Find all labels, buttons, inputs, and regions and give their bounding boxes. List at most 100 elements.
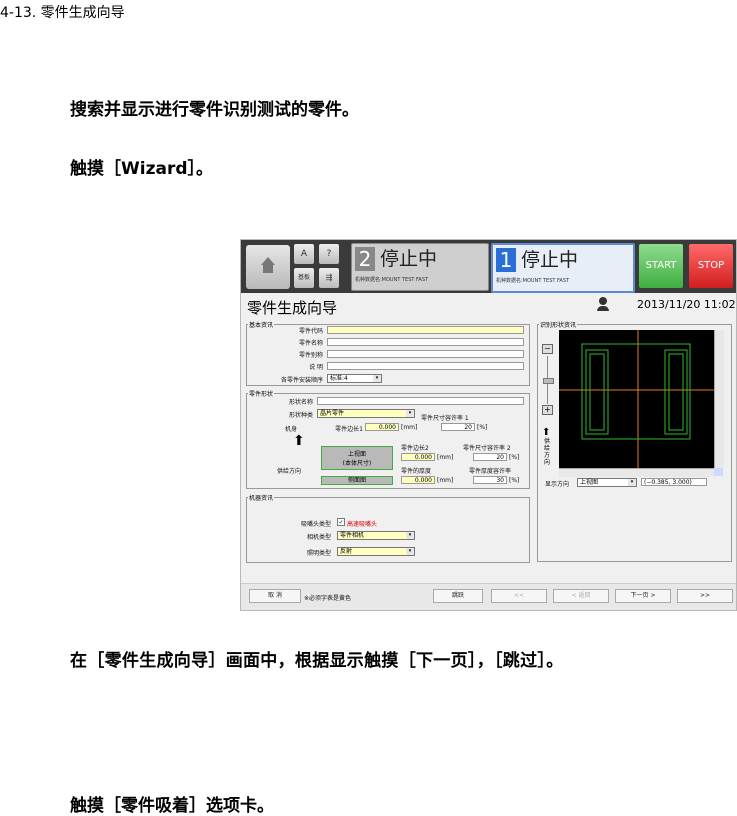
tol2-input[interactable]: 20 (473, 453, 507, 461)
status-panel-1: 1 停止中 机种数据名:MOUNT TEST FAST (491, 243, 635, 293)
help-button[interactable]: ? (319, 244, 339, 264)
note-input[interactable] (327, 362, 524, 370)
thick-unit: [mm] (437, 477, 454, 484)
board-button[interactable]: 基板 (294, 268, 314, 288)
body-size-label: (本体尺寸) (342, 460, 372, 467)
horizontal-scrollbar[interactable] (559, 468, 714, 477)
coords-readout: (−0.385, 3.000) (641, 478, 707, 486)
section-title: 4-13. 零件生成向导 (0, 5, 125, 21)
tol1-unit: [%] (477, 424, 488, 431)
wizard-screenshot: A ? 基板 ⇶ 2 停止中 机种数据名:MOUNT TEST FAST 1 停… (240, 239, 737, 611)
order-select[interactable]: 标准:4 ▾ (327, 374, 382, 383)
part-alias-label: 零件别称 (298, 352, 323, 359)
basic-info-label: 基本资讯 (248, 320, 275, 329)
vertical-scrollbar[interactable] (714, 330, 724, 468)
feed-dir-label: 供给方向 (277, 468, 302, 475)
nozzle-label: 吸嘴头类型 (300, 521, 331, 528)
zoom-out-button[interactable]: − (542, 344, 553, 354)
right-electrode (664, 349, 688, 435)
side1-unit: [mm] (401, 424, 418, 431)
screen-title: 零件生成向导 (247, 299, 338, 317)
status-number-2: 2 (355, 247, 375, 271)
status-sub-2: 机种数据名:MOUNT TEST FAST (355, 277, 429, 283)
zoom-slider-handle[interactable] (543, 378, 554, 384)
datetime: 2013/11/20 11:02 (637, 298, 736, 311)
view-select[interactable]: 上视图 ▾ (577, 478, 637, 487)
part-code-label: 零件代码 (298, 328, 323, 335)
nozzle-checkbox[interactable]: ✓ (337, 518, 345, 526)
machine-group-label: 机器资讯 (248, 493, 275, 502)
stop-button[interactable]: STOP (689, 244, 733, 288)
thick-tol-input[interactable]: 30 (473, 476, 507, 484)
tol1-input[interactable]: 20 (441, 423, 475, 431)
status-sub-1: 机种数据名:MOUNT TEST FAST (496, 278, 570, 284)
side2-input[interactable]: 0.000 (401, 453, 435, 461)
home-button[interactable] (246, 245, 290, 289)
a-button[interactable]: A (294, 244, 314, 264)
thick-tol-unit: [%] (509, 477, 520, 484)
body-label: 机身 (284, 426, 297, 433)
next-page-button[interactable]: 下一页 > (615, 589, 671, 603)
part-name-input[interactable] (327, 338, 524, 346)
feed-vertical-label: 供给方向 (544, 438, 551, 466)
camera-select[interactable]: 零件相机 ▾ (337, 531, 415, 540)
instruction-2: 触摸［Wizard］。 (70, 159, 213, 179)
top-bar: A ? 基板 ⇶ 2 停止中 机种数据名:MOUNT TEST FAST 1 停… (241, 240, 736, 293)
side2-label: 零件边长2 (401, 445, 429, 452)
first-page-button[interactable]: << (491, 589, 547, 603)
feed-up-arrow-icon: ⬆ (542, 427, 551, 438)
part-name-label: 零件名称 (298, 340, 323, 347)
tol2-label: 零件尺寸容许率 2 (463, 445, 511, 452)
side1-label: 零件边长1 (335, 426, 363, 433)
status-text-1: 停止中 (521, 249, 579, 271)
left-electrode-inner (589, 353, 605, 431)
thick-label: 零件的厚度 (401, 468, 432, 475)
light-select[interactable]: 反射 ▾ (337, 547, 415, 556)
part-alias-input[interactable] (327, 350, 524, 358)
recog-group-label: 识别形状资讯 (539, 320, 578, 329)
order-label: 各零件安装顺序 (280, 377, 323, 384)
side2-unit: [mm] (437, 454, 454, 461)
top-view-box: 上视面 (本体尺寸) (321, 446, 393, 470)
recognition-preview (559, 330, 714, 468)
tol1-label: 零件尺寸容许率 1 (421, 415, 469, 422)
shape-type-label: 形状种类 (288, 412, 313, 419)
start-button[interactable]: START (639, 244, 683, 288)
shape-type-select[interactable]: 晶片零件 ▾ (317, 409, 415, 418)
shape-name-label: 形状名称 (288, 399, 313, 406)
right-electrode-inner (668, 353, 684, 431)
thick-input[interactable]: 0.000 (401, 476, 435, 484)
part-code-input[interactable] (327, 326, 524, 334)
status-number-1: 1 (496, 248, 516, 272)
feed-arrow-icon: ⬆ (293, 433, 305, 449)
home-icon (261, 257, 275, 265)
shape-name-input[interactable] (317, 397, 524, 405)
conveyor-button[interactable]: ⇶ (319, 268, 339, 288)
status-panel-2: 2 停止中 机种数据名:MOUNT TEST FAST (351, 243, 489, 291)
instruction-1: 搜索并显示进行零件识别测试的零件。 (70, 100, 359, 120)
cancel-button[interactable]: 取 消 (249, 589, 301, 603)
last-page-button[interactable]: >> (677, 589, 733, 603)
body-outline (581, 343, 691, 440)
recognition-canvas[interactable] (559, 330, 714, 468)
side-view-box: 侧面图 (321, 476, 393, 485)
status-text-2: 停止中 (380, 248, 438, 270)
side1-input[interactable]: 0.000 (365, 423, 399, 431)
thick-tol-label: 零件厚度容许率 (469, 468, 512, 475)
skip-button[interactable]: 跳跃 (433, 589, 483, 603)
camera-label: 相机类型 (306, 534, 331, 541)
view-label: 显示方向 (545, 481, 570, 488)
corner-button[interactable] (714, 468, 723, 476)
required-note: ※必须字表是黄色 (304, 595, 352, 602)
instruction-3: 在［零件生成向导］画面中，根据显示触摸［下一页］，［跳过］。 (70, 651, 564, 671)
top-view-label: 上视面 (347, 451, 366, 458)
left-electrode (585, 349, 609, 435)
light-label: 照明类型 (306, 550, 331, 557)
user-icon (599, 297, 607, 305)
note-label: 说 明 (309, 364, 323, 371)
instruction-4: 触摸［零件吸着］选项卡。 (70, 796, 274, 816)
tol2-unit: [%] (509, 454, 520, 461)
back-button[interactable]: < 返回 (553, 589, 609, 603)
nozzle-value: 高速吸嘴头 (347, 521, 378, 528)
zoom-in-button[interactable]: + (542, 405, 553, 415)
